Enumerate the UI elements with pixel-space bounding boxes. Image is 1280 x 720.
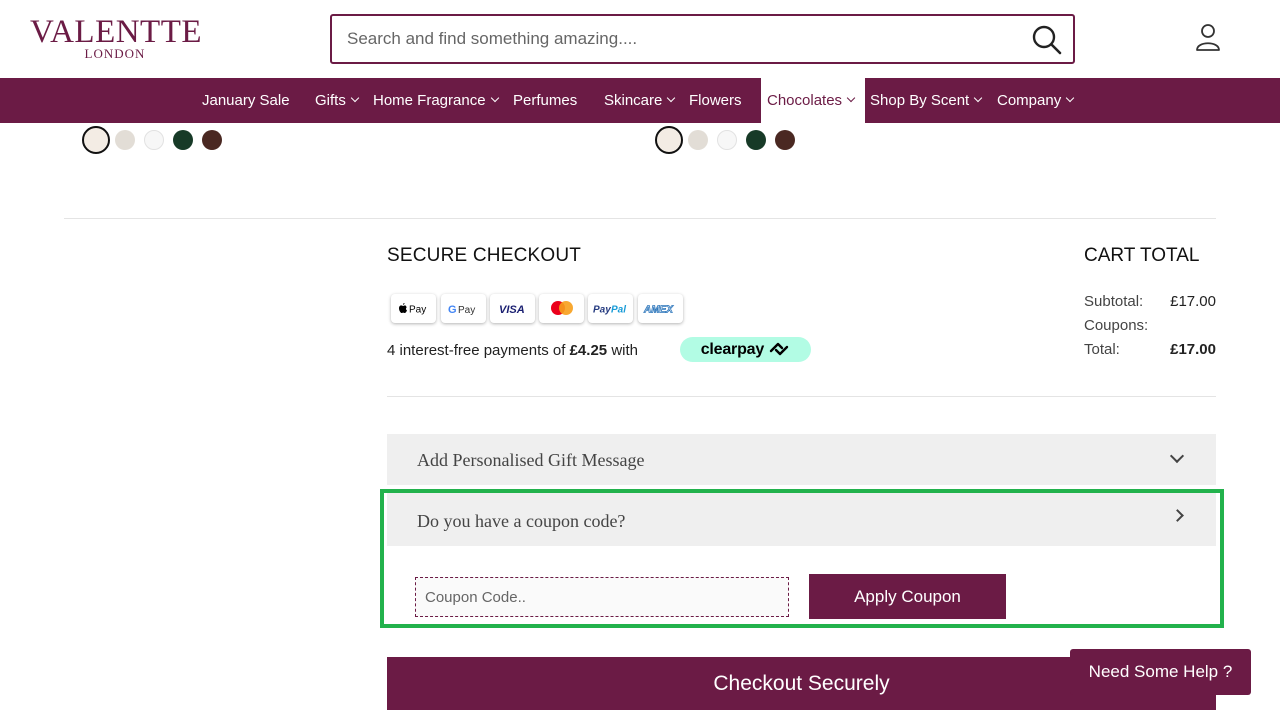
nav-item-gifts[interactable]: Gifts	[315, 78, 360, 123]
gift-message-title: Add Personalised Gift Message	[417, 450, 645, 470]
gift-message-toggle[interactable]: Add Personalised Gift Message	[387, 434, 1216, 485]
coupon-code-input[interactable]	[415, 577, 789, 617]
amex-icon: AMEX	[638, 294, 683, 323]
chevron-down-icon	[973, 93, 983, 103]
installments-prefix: 4 interest-free payments of	[387, 342, 566, 359]
brand-name: VALENTTE	[30, 14, 203, 50]
coupon-toggle[interactable]: Do you have a coupon code?	[387, 493, 1216, 546]
color-swatch-green[interactable]	[173, 130, 193, 150]
search-input[interactable]	[347, 16, 1017, 62]
total-label: Total:	[1084, 341, 1120, 358]
color-swatch-cream-selected[interactable]	[82, 126, 110, 154]
nav-item-chocolates[interactable]: Chocolates	[761, 78, 865, 123]
nav-item-home-fragrance[interactable]: Home Fragrance	[373, 78, 499, 123]
section-divider	[387, 396, 1216, 397]
brand-logo[interactable]: VALENTTE LONDON	[30, 14, 203, 60]
svg-text:G: G	[448, 304, 457, 316]
paypal-icon: Pay Pal	[588, 294, 633, 323]
nav-item-skincare[interactable]: Skincare	[604, 78, 676, 123]
section-divider	[64, 218, 1216, 219]
color-swatch-white[interactable]	[144, 130, 164, 150]
cart-total-title: CART TOTAL	[1084, 245, 1200, 266]
color-swatch-brown[interactable]	[202, 130, 222, 150]
clearpay-arrows-icon	[770, 342, 789, 356]
user-icon[interactable]	[1194, 22, 1222, 52]
checkout-label: Checkout Securely	[713, 672, 890, 695]
nav-item-flowers[interactable]: Flowers	[689, 78, 742, 123]
subtotal-value: £17.00	[1170, 293, 1216, 310]
chevron-down-icon	[1169, 448, 1185, 464]
chevron-down-icon	[1065, 93, 1075, 103]
nav-label: Chocolates	[767, 92, 843, 109]
chevron-down-icon	[846, 93, 856, 103]
secure-checkout-title: SECURE CHECKOUT	[387, 245, 582, 266]
coupons-label: Coupons:	[1084, 317, 1149, 334]
coupon-title: Do you have a coupon code?	[417, 511, 626, 531]
nav-label: Flowers	[689, 92, 742, 109]
nav-item-shop-by-scent[interactable]: Shop By Scent	[870, 78, 983, 123]
chevron-down-icon	[667, 93, 676, 103]
mastercard-icon	[539, 294, 584, 323]
nav-label: Company	[997, 92, 1062, 109]
color-swatch-cream-selected[interactable]	[655, 126, 683, 154]
nav-label: Home Fragrance	[373, 92, 486, 109]
nav-item-company[interactable]: Company	[997, 78, 1075, 123]
color-swatch-stone[interactable]	[688, 130, 708, 150]
chevron-down-icon	[350, 93, 360, 103]
apple-pay-icon: Pay	[391, 294, 436, 323]
total-value: £17.00	[1170, 341, 1216, 358]
apply-coupon-button[interactable]: Apply Coupon	[809, 574, 1006, 619]
subtotal-label: Subtotal:	[1084, 293, 1144, 310]
chevron-down-icon	[490, 93, 499, 103]
svg-text:AMEX: AMEX	[643, 304, 674, 315]
help-label: Need Some Help ?	[1088, 662, 1233, 681]
search-bar	[330, 14, 1075, 64]
nav-item-perfumes[interactable]: Perfumes	[513, 78, 577, 123]
nav-label: Perfumes	[513, 92, 578, 109]
clearpay-label: clearpay	[700, 341, 765, 358]
installments-amount: £4.25	[569, 342, 608, 359]
svg-text:Pay: Pay	[409, 304, 426, 315]
need-help-button[interactable]: Need Some Help ?	[1070, 649, 1251, 695]
nav-label: January Sale	[202, 92, 290, 109]
nav-label: Shop By Scent	[870, 92, 970, 109]
main-nav: January Sale Gifts Home Fragrance Perfum…	[0, 78, 1280, 123]
chevron-right-icon	[1171, 509, 1184, 522]
color-swatch-green[interactable]	[746, 130, 766, 150]
svg-text:Pal: Pal	[611, 304, 626, 315]
installments-suffix: with	[611, 342, 638, 359]
search-icon[interactable]	[1031, 24, 1063, 56]
svg-text:Pay: Pay	[593, 304, 611, 315]
clearpay-badge[interactable]: clearpay	[680, 337, 811, 362]
color-swatch-brown[interactable]	[775, 130, 795, 150]
svg-text:VISA: VISA	[499, 304, 525, 316]
nav-label: Gifts	[315, 92, 346, 109]
visa-icon: VISA	[490, 294, 535, 323]
color-swatch-stone[interactable]	[115, 130, 135, 150]
nav-item-january-sale[interactable]: January Sale	[202, 78, 290, 123]
nav-label: Skincare	[604, 92, 663, 109]
svg-text:Pay: Pay	[458, 305, 475, 316]
installments-info: 4 interest-free payments of £4.25 with	[387, 342, 638, 359]
color-swatch-white[interactable]	[717, 130, 737, 150]
google-pay-icon: G Pay	[441, 294, 486, 323]
